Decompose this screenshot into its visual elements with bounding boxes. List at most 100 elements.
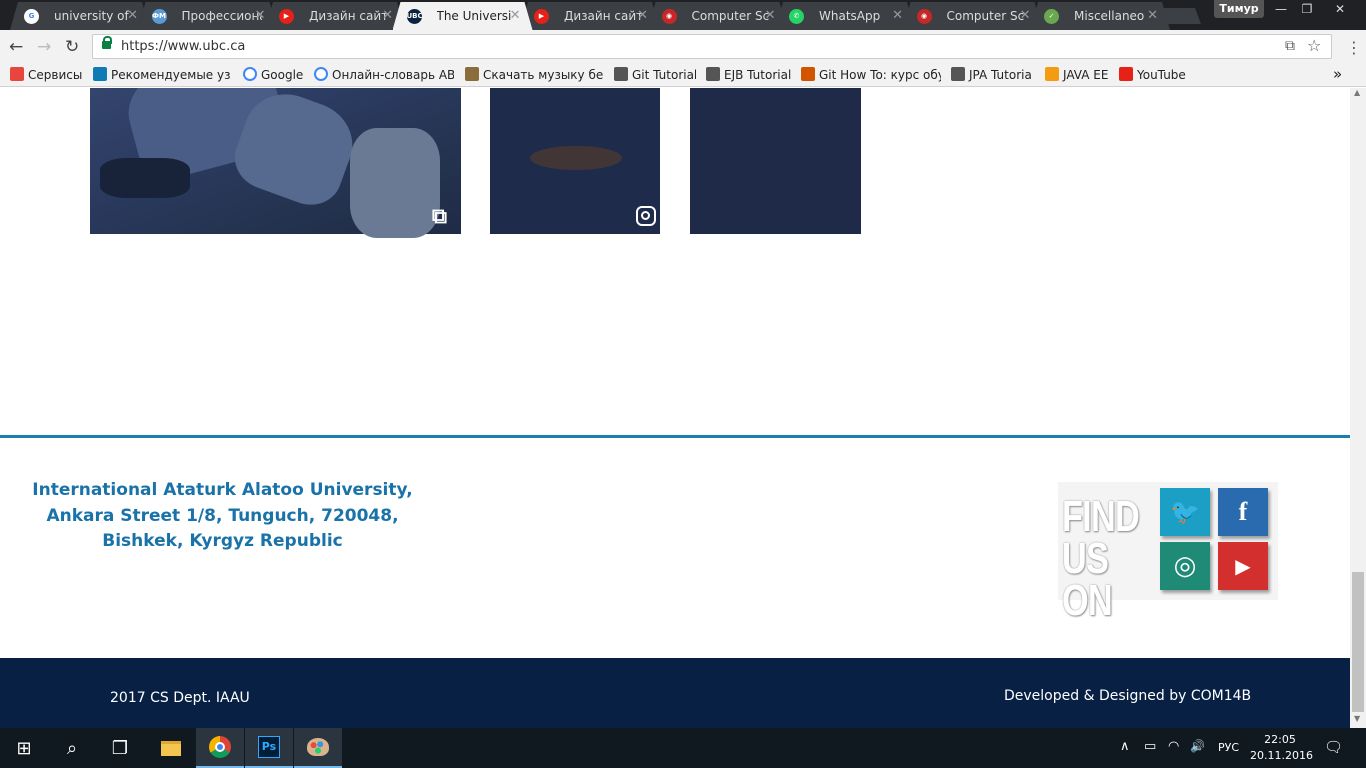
scrollbar-thumb[interactable] [1352, 572, 1364, 712]
browser-tab[interactable]: ▶ Дизайн сайт ✕ [520, 2, 660, 30]
instagram-icon[interactable]: ◎ [1160, 542, 1210, 590]
browser-tab[interactable]: Guniversity of ✕ [10, 2, 150, 30]
bookmark-item[interactable]: Google [243, 67, 305, 82]
footer-divider [0, 435, 1350, 438]
tab-favicon-icon: ФМ [152, 9, 167, 24]
gallery-tile-photo[interactable] [90, 88, 461, 238]
browser-tab-strip: Guniversity of ✕ ФМ Профессиона ✕ ▶ Дизайн сай… [0, 0, 1366, 30]
forward-button[interactable]: → [37, 37, 51, 57]
start-icon[interactable]: ⊞ [0, 728, 48, 768]
bookmark-item[interactable]: JAVA EE [1045, 67, 1109, 82]
tab-close-icon[interactable]: ✕ [255, 8, 266, 23]
language-indicator[interactable]: РУС [1218, 741, 1239, 754]
restore-button[interactable]: ❐ [1294, 0, 1320, 18]
reload-button[interactable]: ↻ [65, 37, 79, 57]
task-view-icon[interactable]: ❐ [96, 728, 144, 768]
tab-label: university of [54, 9, 129, 23]
browser-tab[interactable]: ◉ Computer Sc ✕ [648, 2, 788, 30]
bookmark-label: YouTube [1137, 68, 1186, 82]
twitter-icon[interactable]: 🐦 [1160, 488, 1210, 536]
tab-favicon-icon: ✓ [1044, 9, 1059, 24]
bookmark-item[interactable]: Скачать музыку бесп [465, 67, 603, 82]
bookmark-item[interactable]: Git How To: курс обу [801, 67, 941, 82]
bookmark-icon [614, 67, 628, 81]
address-line: International Ataturk Alatoo University, [32, 480, 413, 500]
address-bar[interactable]: https://www.ubc.ca ⧉ ☆ [92, 34, 1332, 59]
tab-close-icon[interactable]: ✕ [127, 8, 138, 23]
bookmark-label: Сервисы [28, 68, 82, 82]
bookmark-item[interactable]: JPA Tutorial [951, 67, 1033, 82]
profile-button[interactable]: Тимур [1214, 0, 1264, 18]
copyright-bar: 2017 CS Dept. IAAU Developed & Designed … [0, 658, 1350, 728]
find-us-on-label: FIND US ON [1062, 492, 1140, 625]
back-button[interactable]: ← [9, 37, 23, 57]
gallery-tile-empty[interactable] [690, 88, 861, 234]
bookmark-item[interactable]: Сервисы [10, 67, 82, 82]
tab-close-icon[interactable]: ✕ [765, 8, 776, 23]
bookmark-icon [10, 67, 24, 81]
tab-close-icon[interactable]: ✕ [1020, 8, 1031, 23]
instagram-icon[interactable] [636, 206, 656, 226]
tab-close-icon[interactable]: ✕ [637, 8, 648, 23]
web-page: ⧉ International Ataturk Alatoo Universit… [0, 88, 1350, 728]
battery-icon[interactable]: ▭ [1144, 739, 1156, 754]
tab-close-icon[interactable]: ✕ [382, 8, 393, 23]
search-icon[interactable]: ⌕ [48, 728, 96, 768]
clock[interactable]: 22:05 20.11.2016 [1250, 732, 1313, 764]
external-link-icon[interactable]: ⧉ [432, 204, 456, 228]
clock-time: 22:05 [1264, 733, 1296, 746]
tab-label: Computer Sc [691, 9, 770, 23]
tab-close-icon[interactable]: ✕ [892, 8, 903, 23]
browser-tab[interactable]: ▶ Дизайн сайт ✕ [265, 2, 405, 30]
new-tab-button[interactable] [1161, 8, 1201, 24]
bookmark-item[interactable]: YouTube [1119, 67, 1189, 82]
more-bookmarks-button[interactable]: » [1333, 65, 1342, 83]
browser-tab[interactable]: ✓ Miscellaneo ✕ [1030, 2, 1170, 30]
translate-icon[interactable]: ⧉ [1285, 38, 1295, 54]
show-hidden-icons-icon[interactable]: ∧ [1120, 739, 1130, 754]
tab-close-icon[interactable]: ✕ [1147, 8, 1158, 23]
bookmark-icon [314, 67, 328, 81]
bookmark-item[interactable]: EJB Tutorial [706, 67, 792, 82]
windows-taskbar: ⊞ ⌕ ❐ Ps ∧ ▭ ◠ 🔊 РУС 22:05 20.11.2016 🗨 [0, 728, 1366, 768]
volume-icon[interactable]: 🔊 [1190, 739, 1205, 753]
wifi-icon[interactable]: ◠ [1168, 739, 1179, 754]
facebook-icon[interactable]: f [1218, 488, 1268, 536]
browser-tab[interactable]: UBC The Universi ✕ [393, 2, 533, 30]
photoshop-icon[interactable]: Ps [245, 728, 293, 768]
bookmark-label: JPA Tutorial [969, 68, 1033, 82]
browser-tab[interactable]: ✆ WhatsApp ✕ [775, 2, 915, 30]
tab-favicon-icon: ▶ [534, 9, 549, 24]
browser-tab[interactable]: ◉ Computer Sc ✕ [903, 2, 1043, 30]
notifications-icon[interactable]: 🗨 [1324, 738, 1343, 756]
bookmarks-bar: Сервисы Рекомендуемые узлы Google Онлайн-сл… [0, 63, 1366, 87]
close-window-button[interactable]: ✕ [1322, 0, 1358, 18]
file-explorer-icon[interactable] [147, 728, 195, 768]
tab-label: Miscellaneo [1074, 9, 1145, 23]
browser-menu-icon[interactable]: ⋮ [1346, 38, 1362, 57]
tab-label: WhatsApp [819, 9, 881, 23]
tab-favicon-icon: ◉ [662, 9, 677, 24]
page-scrollbar[interactable]: ▲ ▼ [1350, 88, 1366, 728]
url-text[interactable]: https://www.ubc.ca [121, 39, 245, 54]
address-line: Ankara Street 1/8, Tunguch, 720048, [46, 505, 399, 526]
chrome-icon[interactable] [196, 728, 244, 768]
bookmark-label: Git Tutorial [632, 68, 696, 82]
youtube-icon[interactable]: ▶ [1218, 542, 1268, 590]
bookmark-item[interactable]: Рекомендуемые узлы [93, 67, 231, 82]
bookmark-icon [801, 67, 815, 81]
tab-favicon-icon: G [24, 9, 39, 24]
bookmark-label: Рекомендуемые узлы [111, 68, 231, 82]
minimize-button[interactable]: — [1268, 0, 1294, 18]
bookmark-item[interactable]: Онлайн-словарь ABB [314, 67, 454, 82]
tab-favicon-icon: ▶ [279, 9, 294, 24]
browser-toolbar: ← → ↻ https://www.ubc.ca ⧉ ☆ ⋮ [0, 30, 1366, 63]
bookmark-star-icon[interactable]: ☆ [1307, 36, 1321, 55]
paint-icon[interactable] [294, 728, 342, 768]
tab-close-icon[interactable]: ✕ [510, 8, 521, 23]
bookmark-icon [1045, 67, 1059, 81]
bookmark-item[interactable]: Git Tutorial [614, 67, 696, 82]
tab-favicon-icon: UBC [407, 9, 422, 24]
browser-tab[interactable]: ФМ Профессиона ✕ [138, 2, 278, 30]
bookmark-icon [1119, 67, 1133, 81]
